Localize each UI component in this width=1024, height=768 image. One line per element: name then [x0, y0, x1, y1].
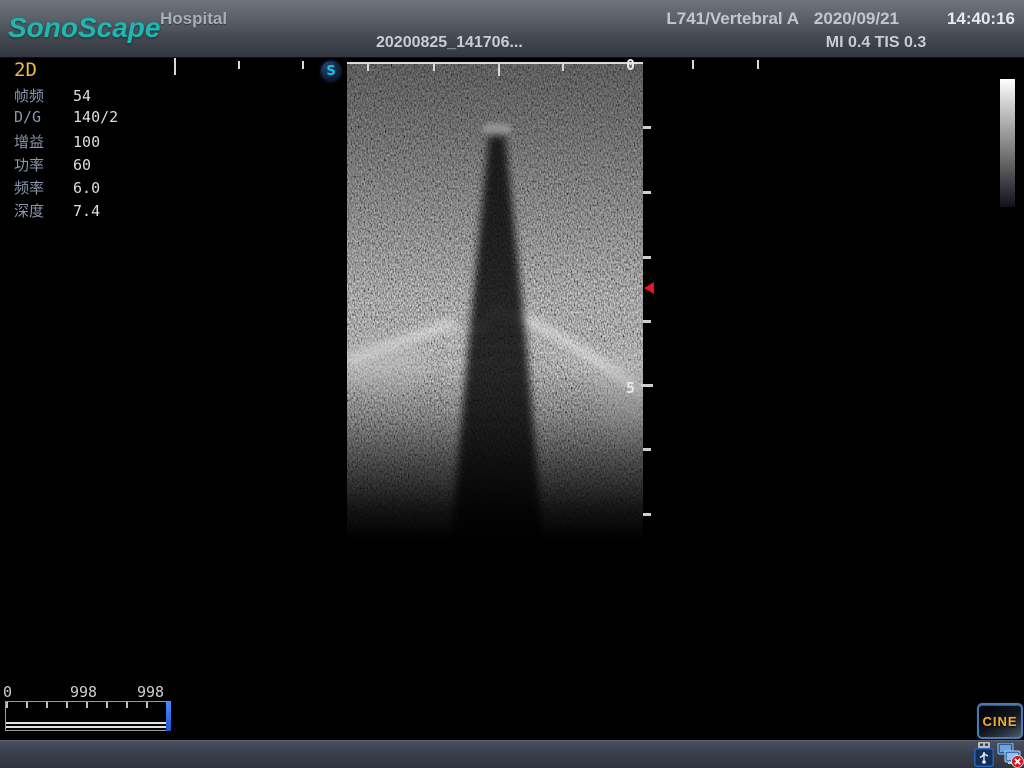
mi-tis-readout: MI 0.4 TIS 0.3	[816, 34, 936, 52]
cine-total-label: 998	[137, 683, 164, 701]
cine-button[interactable]: CINE	[977, 703, 1023, 739]
param-label: 深度	[14, 200, 64, 221]
exam-id: 20200825_141706...	[376, 34, 546, 52]
focus-marker-icon[interactable]	[644, 282, 654, 294]
param-label: 功率	[14, 154, 64, 175]
param-value: 6.0	[73, 179, 100, 197]
cine-tick	[66, 702, 68, 708]
depth-tick	[643, 513, 651, 516]
grayscale-bar	[1000, 79, 1015, 207]
cine-tick	[46, 702, 48, 708]
hospital-name: Hospital	[160, 9, 227, 29]
sonoscape-logo: SonoScape	[8, 12, 160, 44]
ruler-tick	[238, 61, 240, 69]
param-value: 140/2	[73, 108, 118, 126]
header-bar: SonoScape Hospital L741/Vertebral A 2020…	[0, 0, 1024, 58]
exam-date: 2020/09/21	[814, 9, 899, 29]
ruler-tick	[562, 63, 564, 71]
cine-tick	[6, 702, 8, 708]
orientation-marker-icon: S	[321, 61, 341, 81]
ruler-tick	[692, 60, 694, 69]
cine-tick	[126, 702, 128, 708]
usb-storage-icon[interactable]	[973, 742, 995, 768]
depth-tick-major	[641, 384, 653, 387]
param-value: 7.4	[73, 202, 100, 220]
cine-position-cursor[interactable]	[166, 701, 171, 731]
param-value: 100	[73, 133, 100, 151]
depth-tick	[643, 448, 651, 451]
depth-tick	[643, 191, 651, 194]
cine-button-label: CINE	[982, 714, 1017, 729]
param-label: 帧频	[14, 85, 64, 106]
clock: 14:40:16	[947, 9, 1015, 29]
network-disconnected-icon[interactable]	[997, 743, 1024, 768]
depth-label-0: 0	[626, 56, 635, 74]
ruler-tick	[302, 61, 304, 69]
param-row-power: 功率 60	[14, 154, 91, 176]
ruler-tick	[757, 60, 759, 69]
ruler-tick	[433, 63, 435, 71]
cine-tick	[86, 702, 88, 708]
cine-tick	[26, 702, 28, 708]
ruler-tick-major	[174, 58, 176, 75]
param-value: 60	[73, 156, 91, 174]
cine-start-label: 0	[3, 683, 12, 701]
cine-progress-bar[interactable]	[5, 701, 169, 731]
depth-tick	[643, 126, 651, 129]
param-label: D/G	[14, 108, 64, 126]
ruler-tick-major	[498, 63, 500, 76]
param-row-depth: 深度 7.4	[14, 200, 100, 222]
param-row-frequency: 频率 6.0	[14, 177, 100, 199]
param-value: 54	[73, 87, 91, 105]
probe-preset-label: L741/Vertebral A	[666, 9, 799, 29]
mode-label: 2D	[14, 59, 37, 81]
orientation-marker-letter: S	[326, 64, 335, 79]
cine-track-line	[6, 722, 168, 724]
cine-current-label: 998	[70, 683, 97, 701]
depth-tick	[643, 320, 651, 323]
cine-tick	[146, 702, 148, 708]
param-label: 增益	[14, 131, 64, 152]
depth-label-5: 5	[626, 379, 635, 397]
param-row-framerate: 帧频 54	[14, 85, 91, 107]
ultrasound-image	[347, 62, 643, 540]
depth-tick	[643, 256, 651, 259]
param-row-gain: 增益 100	[14, 131, 100, 153]
image-top-edge-line	[347, 62, 643, 64]
cine-tick	[106, 702, 108, 708]
ruler-tick	[367, 63, 369, 71]
param-label: 频率	[14, 177, 64, 198]
cine-track-line	[6, 726, 168, 728]
ultrasound-screen: SonoScape Hospital L741/Vertebral A 2020…	[0, 0, 1024, 768]
taskbar	[0, 740, 1024, 768]
ultrasound-speckle-render	[347, 62, 643, 540]
param-row-dg: D/G 140/2	[14, 108, 118, 130]
